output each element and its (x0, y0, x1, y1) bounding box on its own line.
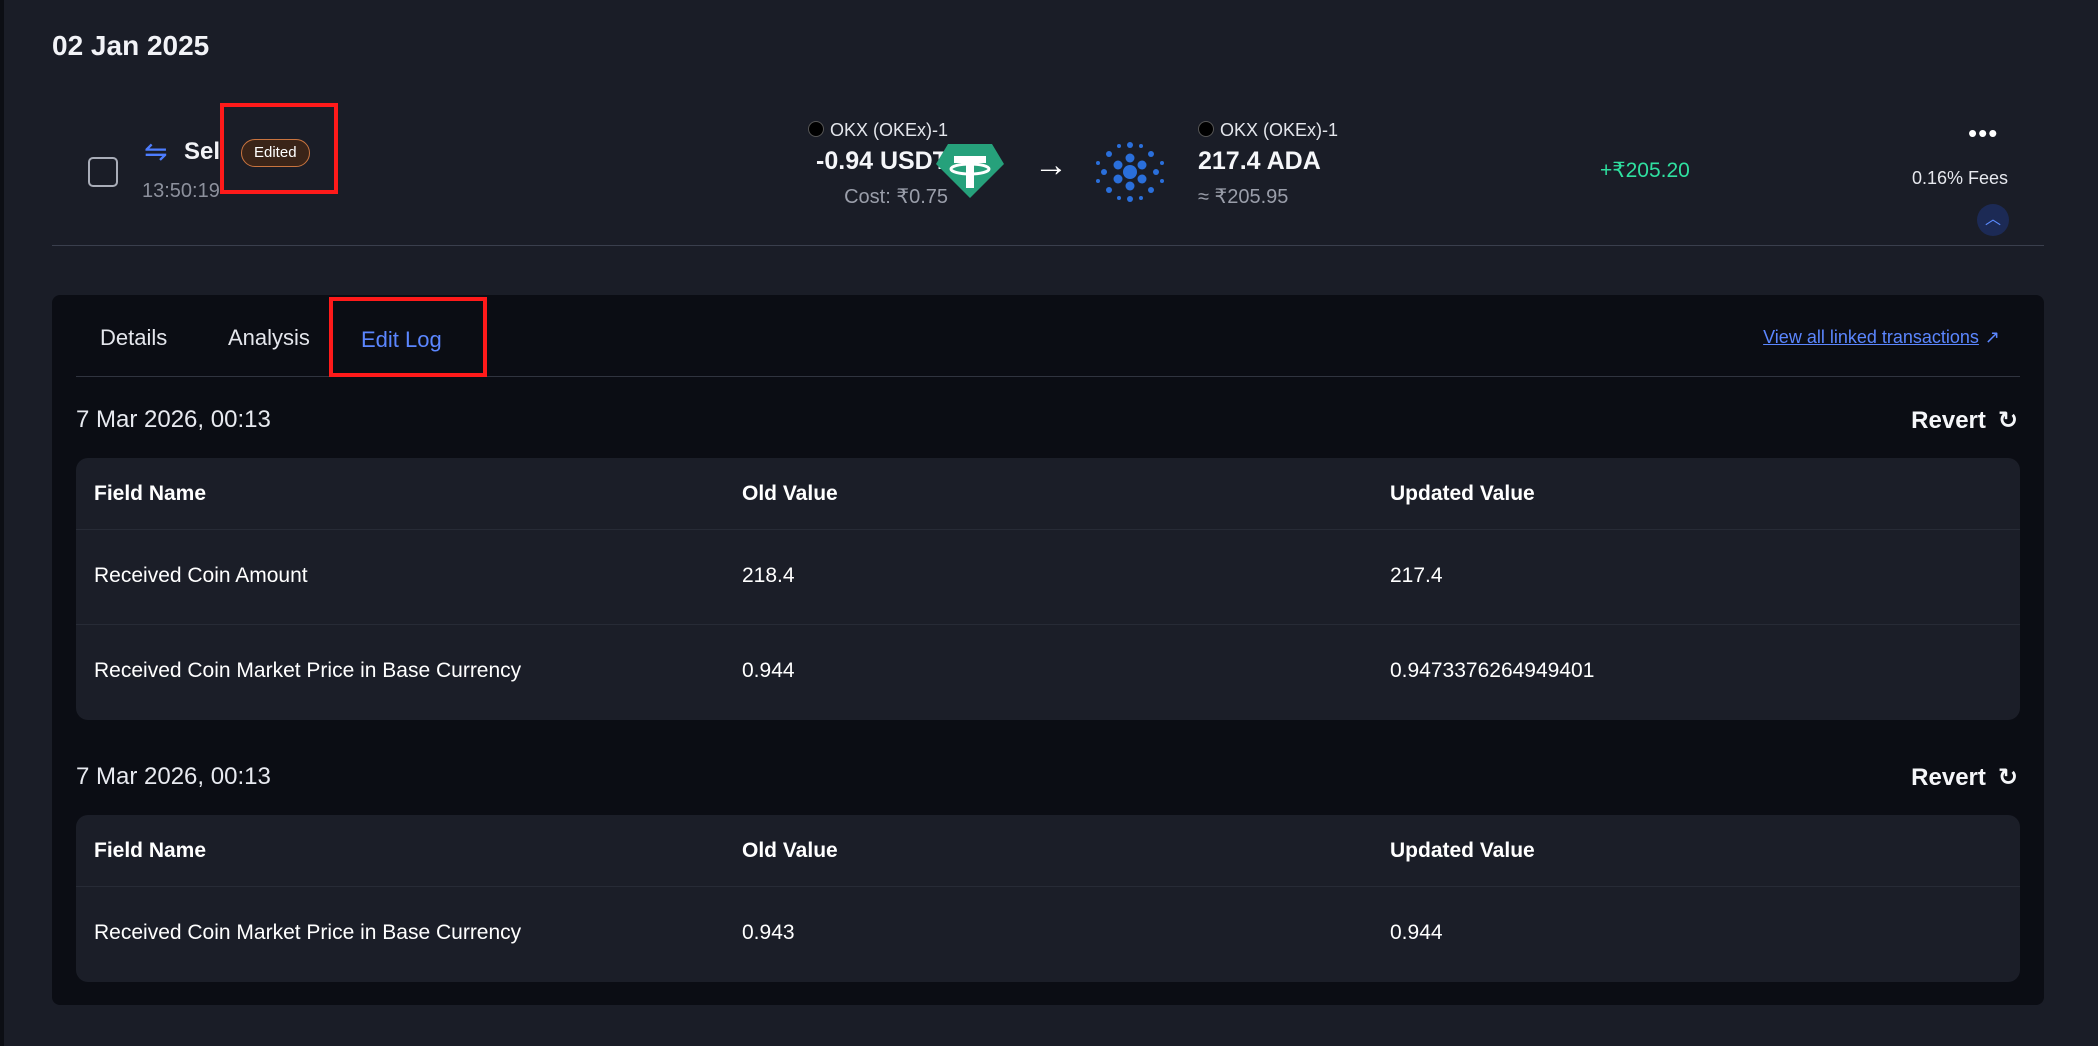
window-edge (0, 0, 4, 1046)
field-name: Received Coin Market Price in Base Curre… (94, 921, 522, 944)
swap-arrows-icon: ⇋ (144, 136, 168, 167)
edit-log-highlight: Edit Log (329, 297, 487, 377)
column-header: Old Value (742, 839, 838, 862)
revert-label: Revert (1911, 407, 1986, 434)
edited-badge[interactable]: Edited (241, 139, 310, 167)
edit-log-table: Field Name Old Value Updated Value Recei… (76, 458, 2020, 720)
sent-cost: Cost: ₹0.75 (844, 186, 948, 208)
revert-button[interactable]: Revert ↻ (1911, 763, 2018, 792)
field-name: Received Coin Market Price in Base Curre… (94, 659, 522, 682)
edit-log-date: 7 Mar 2026, 00:13 (76, 406, 271, 433)
transaction-type: Sell (184, 138, 224, 165)
collapse-chevron-icon[interactable]: ︿ (1977, 204, 2009, 236)
column-header: Old Value (742, 482, 838, 505)
table-row: Received Coin Market Price in Base Curre… (76, 625, 2020, 720)
external-link-icon: ↗ (1984, 327, 2000, 347)
received-exchange: OKX (OKEx)-1 (1198, 120, 1458, 141)
table-row: Received Coin Amount 218.4 217.4 (76, 530, 2020, 625)
column-header: Updated Value (1390, 482, 1535, 505)
view-linked-transactions-link[interactable]: View all linked transactions ↗ (1763, 327, 2000, 348)
old-value: 218.4 (742, 564, 795, 587)
tab-details[interactable]: Details (100, 325, 167, 351)
tab-analysis[interactable]: Analysis (228, 325, 310, 351)
column-header: Field Name (94, 839, 207, 862)
revert-label: Revert (1911, 764, 1986, 791)
transaction-detail-panel: Details Analysis Edit Log View all linke… (52, 295, 2044, 1005)
edited-highlight: Edited (220, 103, 338, 194)
updated-value: 217.4 (1390, 564, 1443, 587)
okx-logo-icon (1198, 121, 1214, 138)
received-block: OKX (OKEx)-1 217.4 ADA ≈ ₹205.95 (1198, 120, 1458, 209)
tether-usdt-icon (936, 144, 1004, 198)
revert-icon: ↻ (1997, 764, 2018, 791)
date-header: 02 Jan 2025 (52, 30, 210, 61)
cardano-ada-icon (1096, 142, 1164, 202)
old-value: 0.943 (742, 921, 795, 944)
table-row: Received Coin Market Price in Base Curre… (76, 887, 2020, 982)
transaction-row[interactable]: ⇋ Sell 13:50:19 Edited OKX (OKEx)-1 -0.9… (52, 100, 2044, 246)
updated-value: 0.9473376264949401 (1390, 659, 1595, 682)
old-value: 0.944 (742, 659, 795, 682)
view-linked-label: View all linked transactions (1763, 327, 1979, 347)
more-options-icon[interactable]: ••• (1968, 120, 1998, 146)
received-value: ≈ ₹205.95 (1198, 186, 1289, 208)
detail-tabs: Details Analysis Edit Log View all linke… (76, 295, 2020, 377)
sent-amount: -0.94 USDT (816, 147, 948, 175)
arrow-right-icon: → (1034, 146, 1068, 184)
column-header: Updated Value (1390, 839, 1535, 862)
received-exchange-name: OKX (OKEx)-1 (1220, 120, 1339, 140)
revert-button[interactable]: Revert ↻ (1911, 406, 2018, 435)
table-header-row: Field Name Old Value Updated Value (76, 815, 2020, 887)
sent-block: OKX (OKEx)-1 -0.94 USDT Cost: ₹0.75 (702, 120, 948, 209)
edit-log-table: Field Name Old Value Updated Value Recei… (76, 815, 2020, 982)
profit-value: +₹205.20 (1600, 159, 1690, 182)
field-name: Received Coin Amount (94, 564, 308, 587)
edit-log-date: 7 Mar 2026, 00:13 (76, 763, 271, 790)
updated-value: 0.944 (1390, 921, 1443, 944)
okx-logo-icon (807, 121, 824, 138)
tab-edit-log[interactable]: Edit Log (361, 327, 442, 353)
revert-icon: ↻ (1997, 407, 2018, 434)
table-header-row: Field Name Old Value Updated Value (76, 458, 2020, 530)
sent-exchange: OKX (OKEx)-1 (702, 120, 948, 141)
received-amount: 217.4 ADA (1198, 147, 1321, 175)
fees-label: 0.16% Fees (1912, 168, 2009, 188)
column-header: Field Name (94, 482, 207, 505)
sent-exchange-name: OKX (OKEx)-1 (829, 120, 948, 140)
select-checkbox[interactable] (88, 157, 118, 187)
